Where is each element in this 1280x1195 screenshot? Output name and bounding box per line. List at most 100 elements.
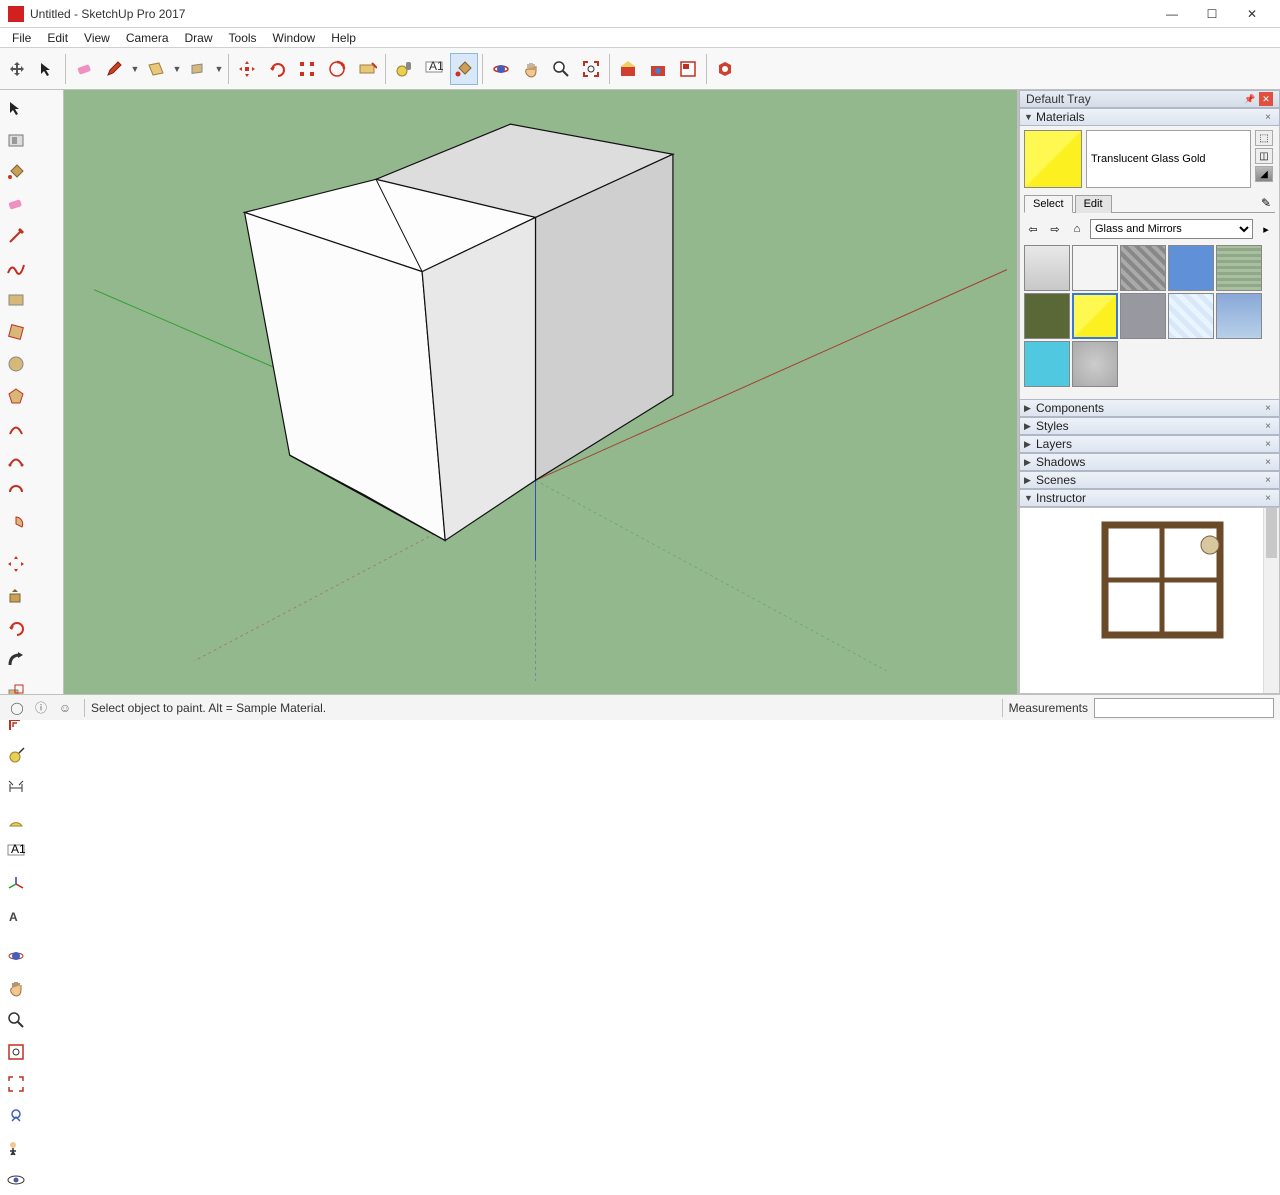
eraser-tool-icon[interactable] [1,189,31,219]
layout-icon[interactable] [674,53,702,85]
material-swatch[interactable] [1072,341,1118,387]
line-tool-icon[interactable] [1,221,31,251]
panel-close-icon[interactable]: × [1261,112,1275,123]
nav-back-icon[interactable]: ⇦ [1024,220,1042,238]
shape-dropdown[interactable]: ▼ [171,53,183,85]
pan-icon[interactable] [517,53,545,85]
rotated-rectangle-icon[interactable] [1,317,31,347]
tray-header[interactable]: Default Tray 📌 ✕ [1019,90,1280,108]
minimize-button[interactable]: — [1152,0,1192,28]
follow-me-icon[interactable] [1,645,31,675]
panel-scenes[interactable]: ▶Scenes× [1019,471,1280,489]
orbit-icon[interactable] [487,53,515,85]
tab-edit[interactable]: Edit [1075,195,1112,213]
default-material-icon[interactable]: ◫ [1255,148,1273,164]
nav-home-icon[interactable]: ⌂ [1068,220,1086,238]
move-camera-icon[interactable] [3,53,31,85]
close-button[interactable]: ✕ [1232,0,1272,28]
sample-material-icon[interactable]: ✎ [1257,194,1275,212]
tape-measure-icon[interactable] [353,53,381,85]
user-icon[interactable]: ☺ [54,698,76,718]
material-swatch[interactable] [1024,341,1070,387]
freehand-tool-icon[interactable] [1,253,31,283]
material-swatch[interactable] [1024,245,1070,291]
look-around-icon[interactable] [1,1165,31,1195]
panel-styles[interactable]: ▶Styles× [1019,417,1280,435]
material-swatch[interactable] [1072,293,1118,339]
circle-tool-icon[interactable] [1,349,31,379]
create-material-icon[interactable]: ⬚ [1255,130,1273,146]
nav-forward-icon[interactable]: ⇨ [1046,220,1064,238]
orbit-tool-icon[interactable] [1,941,31,971]
push-pull-tool-icon[interactable] [1,581,31,611]
rotate-icon[interactable] [263,53,291,85]
zoom-extents-icon[interactable] [577,53,605,85]
material-library-select[interactable]: Glass and Mirrors [1090,219,1253,239]
panel-instructor[interactable]: ▼Instructor× [1019,489,1280,507]
polygon-tool-icon[interactable] [1,381,31,411]
protractor-icon[interactable] [1,805,31,835]
menu-file[interactable]: File [4,29,39,47]
previous-view-icon[interactable] [1,1101,31,1131]
pencil-dropdown[interactable]: ▼ [129,53,141,85]
menu-draw[interactable]: Draw [177,29,221,47]
material-swatch[interactable] [1120,293,1166,339]
zoom-extents-tool-icon[interactable] [1,1069,31,1099]
material-swatch[interactable] [1168,245,1214,291]
rectangle-icon[interactable] [142,53,170,85]
credits-icon[interactable]: ⓘ [30,698,52,718]
material-name-input[interactable] [1086,130,1251,188]
rectangle-tool-icon[interactable] [1,285,31,315]
tray-close-icon[interactable]: ✕ [1259,92,1273,106]
select-tool-icon[interactable] [1,93,31,123]
dimension-tool-icon[interactable] [1,773,31,803]
warehouse-icon[interactable] [614,53,642,85]
material-swatch[interactable] [1024,293,1070,339]
make-component-icon[interactable] [1,125,31,155]
push-dropdown[interactable]: ▼ [213,53,225,85]
tape-tool-icon[interactable] [1,741,31,771]
geo-location-icon[interactable]: ◯ [6,698,28,718]
2pt-arc-icon[interactable] [1,445,31,475]
panel-components[interactable]: ▶Components× [1019,399,1280,417]
3d-text-icon[interactable]: A [1,901,31,931]
offset-icon[interactable] [323,53,351,85]
pan-tool-icon[interactable] [1,973,31,1003]
zoom-icon[interactable] [547,53,575,85]
menu-edit[interactable]: Edit [39,29,76,47]
select-arrow-icon[interactable] [33,53,61,85]
move-icon[interactable] [233,53,261,85]
rotate-tool-icon[interactable] [1,613,31,643]
measurements-input[interactable] [1094,698,1274,718]
3pt-arc-icon[interactable] [1,477,31,507]
panel-materials[interactable]: ▼ Materials × [1019,108,1280,126]
push-pull-icon[interactable] [184,53,212,85]
panel-shadows[interactable]: ▶Shadows× [1019,453,1280,471]
library-menu-icon[interactable]: ▸ [1257,220,1275,238]
extension-warehouse-icon[interactable] [644,53,672,85]
panel-layers[interactable]: ▶Layers× [1019,435,1280,453]
material-swatch[interactable] [1120,245,1166,291]
zoom-window-icon[interactable] [1,1037,31,1067]
eraser-icon[interactable] [70,53,98,85]
material-swatch[interactable] [1072,245,1118,291]
pencil-icon[interactable] [100,53,128,85]
tab-select[interactable]: Select [1024,195,1073,213]
menu-tools[interactable]: Tools [221,29,265,47]
position-camera-icon[interactable] [1,1133,31,1163]
move-tool-icon[interactable] [1,549,31,579]
current-material-swatch[interactable] [1024,130,1082,188]
paint-bucket-tool-icon[interactable] [1,157,31,187]
material-swatch[interactable] [1168,293,1214,339]
arc-tool-icon[interactable] [1,413,31,443]
paint-bucket-icon[interactable] [450,53,478,85]
pin-icon[interactable]: 📌 [1243,92,1257,106]
material-swatch[interactable] [1216,293,1262,339]
scale-icon[interactable] [293,53,321,85]
axes-tool-icon[interactable] [1,869,31,899]
menu-window[interactable]: Window [265,29,324,47]
menu-view[interactable]: View [76,29,118,47]
maximize-button[interactable]: ☐ [1192,0,1232,28]
viewport-3d[interactable] [64,90,1018,694]
text-icon[interactable]: A1 [420,53,448,85]
